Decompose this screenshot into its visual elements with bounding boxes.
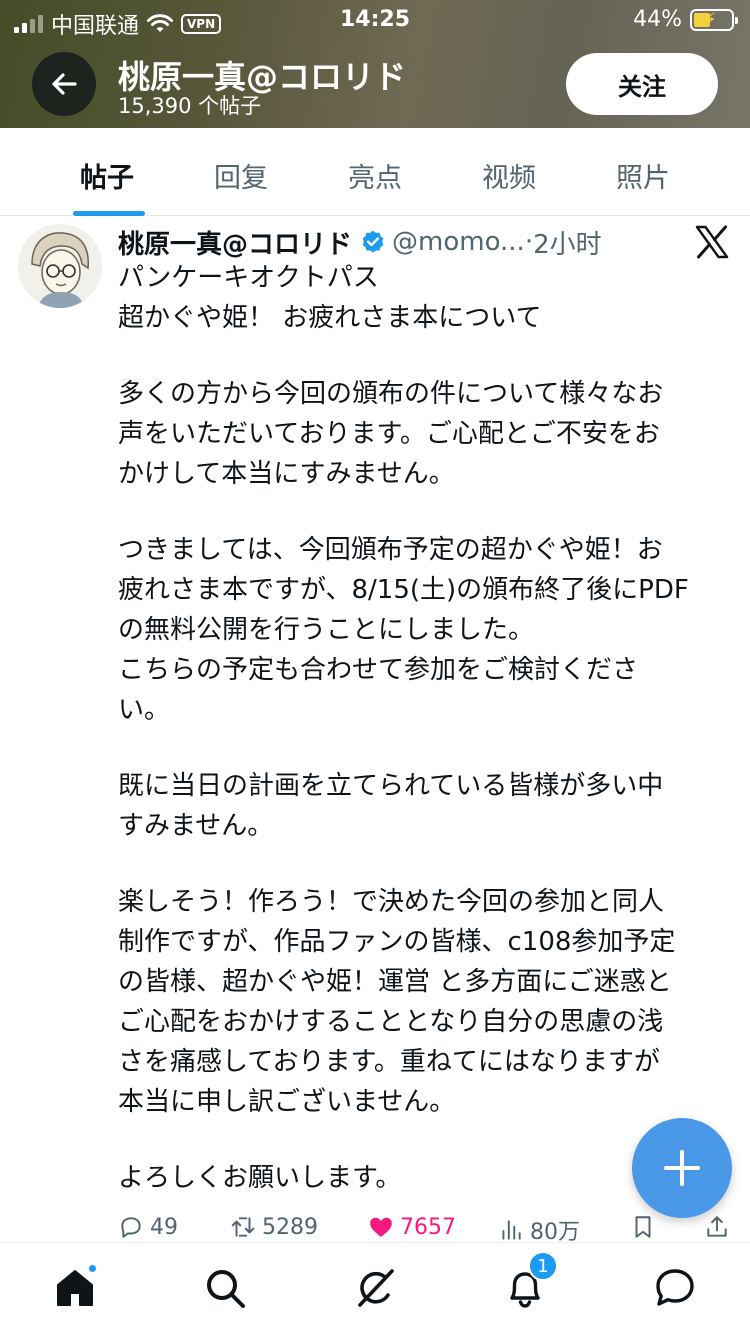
tab-posts[interactable]: 帖子 (40, 128, 174, 216)
tweet-author-handle[interactable]: @momo... (392, 227, 525, 257)
tweet-text-line: い。 (118, 695, 171, 725)
avatar-illustration (18, 224, 102, 308)
notification-badge: 1 (528, 1251, 558, 1281)
profile-tabs: 帖子 回复 亮点 视频 照片 (0, 128, 750, 216)
active-tab-indicator (73, 211, 145, 216)
reply-count: 49 (150, 1214, 178, 1240)
tab-label: 亮点 (348, 163, 402, 194)
back-arrow-icon (52, 73, 77, 95)
like-count: 7657 (400, 1214, 456, 1240)
nav-search[interactable] (200, 1263, 250, 1313)
share-button[interactable] (704, 1214, 730, 1240)
battery-percent: 44% (633, 7, 682, 32)
tweet-author-name[interactable]: 桃原一真@コロリド (118, 224, 352, 261)
tweet-text-line: こちらの予定も合わせて参加をご検討くださ (118, 655, 639, 685)
bookmark-icon (635, 1216, 651, 1238)
tweet-text-line: すみません。 (118, 811, 274, 841)
search-icon (207, 1270, 245, 1308)
back-button[interactable] (32, 52, 96, 116)
tab-label: 视频 (482, 163, 536, 194)
tweet-text-line: つきましては、今回頒布予定の超かぐや姫！お (118, 535, 663, 565)
views-button[interactable]: 80万 (498, 1214, 580, 1242)
battery-icon: ⚡ (690, 8, 738, 31)
tab-label: 帖子 (80, 163, 134, 194)
grok-icon (358, 1269, 394, 1307)
nav-messages[interactable] (650, 1263, 700, 1313)
messages-icon (656, 1269, 694, 1306)
x-logo-icon (695, 225, 729, 259)
profile-header-banner: 中国联通 VPN 14:25 44% ⚡ 桃原一真@コロリド 15,390 个帖… (0, 0, 750, 128)
views-icon (502, 1220, 521, 1240)
tweet-text-line: の皆様、超かぐや姫！運営 と多方面にご迷惑と (118, 967, 672, 997)
tweet-text-line: 楽しそう！作ろう！で決めた今回の参加と同人 (118, 887, 665, 917)
tweet-actions: 49 5289 7657 80万 (118, 1212, 738, 1242)
tweet-text-line: 多くの方から今回の頒布の件について様々なお (118, 379, 664, 409)
tweet-text-line: パンケーキオクトパス (118, 263, 379, 293)
tweet-text-line: さを痛感しております。重ねてにはなりますが (118, 1047, 660, 1077)
tab-label: 回复 (214, 163, 268, 194)
tweet-text-line: ご心配をおかけすることとなり自分の思慮の浅 (118, 1007, 664, 1037)
tweet-text-line: よろしくお願いします。 (118, 1163, 402, 1193)
reply-button[interactable]: 49 (118, 1214, 178, 1240)
tweet-text-line: 疲れさま本ですが、8/15(土)の頒布終了後にPDF (118, 575, 689, 605)
nav-notifications[interactable]: 1 (500, 1251, 558, 1313)
repost-icon (231, 1217, 255, 1237)
verified-icon (362, 230, 384, 253)
tweet-header: 桃原一真@コロリド @momo... · 2小时 (118, 224, 602, 260)
tab-label: 照片 (616, 163, 670, 194)
view-count: 80万 (530, 1220, 580, 1242)
repost-count: 5289 (262, 1214, 318, 1240)
tab-photos[interactable]: 照片 (576, 128, 710, 216)
tweet-text-line: かけして本当にすみません。 (118, 459, 455, 489)
separator-dot: · (524, 227, 534, 257)
tweet-text-line: 本当に申し訳ございません。 (118, 1087, 456, 1117)
compose-post-button[interactable] (632, 1118, 732, 1218)
author-avatar[interactable] (18, 224, 102, 308)
tab-replies[interactable]: 回复 (174, 128, 308, 216)
status-bar: 中国联通 VPN 14:25 44% ⚡ (0, 0, 750, 40)
repost-button[interactable]: 5289 (230, 1214, 318, 1240)
share-icon (707, 1216, 727, 1237)
follow-button[interactable]: 关注 (566, 53, 718, 115)
tweet-text[interactable]: パンケーキオクトパス超かぐや姫！ お疲れさま本について多くの方から今回の頒布の件… (118, 258, 718, 1198)
nav-grok[interactable] (350, 1263, 400, 1313)
post-count: 15,390 个帖子 (118, 94, 262, 118)
tweet-text-line: 超かぐや姫！ お疲れさま本について (118, 303, 542, 333)
like-icon (370, 1217, 392, 1237)
tab-highlights[interactable]: 亮点 (308, 128, 442, 216)
reply-icon (121, 1217, 141, 1238)
home-unread-dot (87, 1263, 98, 1274)
tab-videos[interactable]: 视频 (442, 128, 576, 216)
plus-icon (664, 1150, 700, 1186)
like-button[interactable]: 7657 (368, 1214, 456, 1240)
tweet-text-line: の無料公開を行うことにしました。 (118, 615, 535, 645)
tweet-text-line: 声をいただいております。ご心配とご不安をお (118, 419, 660, 449)
tweet-text-line: 制作ですが、作品ファンの皆様、c108参加予定 (118, 927, 676, 957)
tweet-timestamp[interactable]: 2小时 (533, 224, 602, 261)
bottom-navigation: 1 (0, 1242, 750, 1334)
nav-home[interactable] (50, 1263, 100, 1313)
tweet-text-line: 既に当日の計画を立てられている皆様が多い中 (118, 771, 664, 801)
bookmark-button[interactable] (630, 1214, 656, 1240)
